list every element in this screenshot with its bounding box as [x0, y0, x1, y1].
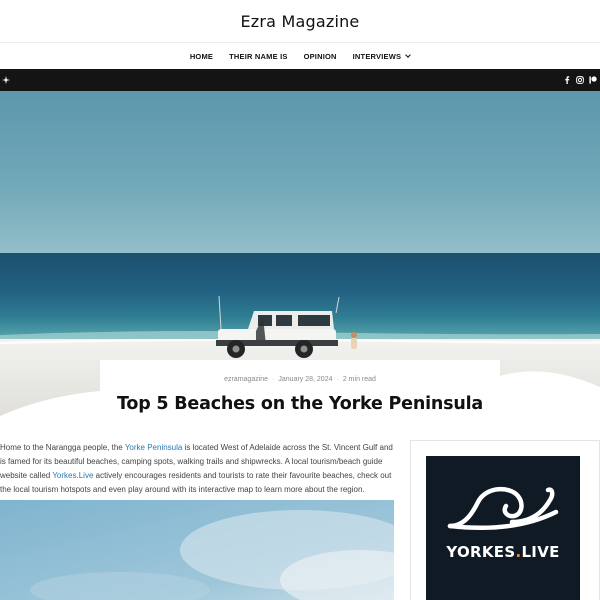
sidebar-ad[interactable] — [426, 456, 580, 600]
link-yorkes-live[interactable]: Yorkes.Live — [52, 471, 93, 480]
nav-item-label: HOME — [189, 51, 214, 61]
post-date: January 28, 2024 — [278, 376, 333, 383]
site-header: Ezra Magazine — [0, 0, 600, 42]
nav-item-label: THEIR NAME IS — [229, 51, 288, 61]
nav-item-label: INTERVIEWS — [352, 51, 402, 61]
ad-brand-suffix: LIVE — [521, 543, 560, 561]
chevron-down-icon — [405, 52, 412, 58]
ad-brand-text[interactable]: YORKES.LIVE — [426, 543, 580, 561]
person-graphic — [351, 332, 357, 349]
post-read-time: 2 min read — [342, 376, 376, 383]
post-meta: ezramagazine · January 28, 2024 · 2 min … — [100, 376, 500, 383]
sparkle-icon[interactable] — [0, 69, 12, 91]
nav-item-label: OPINION — [303, 51, 337, 61]
nav-item-their-name-is[interactable]: THEIR NAME IS — [229, 52, 287, 61]
post-title: Top 5 Beaches on the Yorke Peninsula — [116, 394, 484, 414]
paragraph-text: Home to the Narangga people, the — [0, 443, 125, 452]
main-nav: HOME THEIR NAME IS OPINION INTERVIEWS — [0, 42, 600, 69]
nav-item-home[interactable]: HOME — [190, 52, 213, 61]
top-bar — [0, 69, 600, 91]
wave-icon — [447, 487, 559, 531]
article-image — [0, 500, 394, 600]
instagram-icon[interactable] — [574, 69, 586, 91]
site-title[interactable]: Ezra Magazine — [241, 12, 360, 31]
meta-separator: · — [336, 376, 339, 383]
nav-item-interviews[interactable]: INTERVIEWS — [352, 51, 412, 61]
ad-brand: YORKES — [446, 543, 516, 561]
article-paragraph: Home to the Narangga people, the Yorke P… — [0, 441, 396, 497]
facebook-icon[interactable] — [561, 69, 573, 91]
meta-separator: · — [272, 376, 275, 383]
post-author[interactable]: ezramagazine — [224, 376, 268, 383]
link-yorke-peninsula[interactable]: Yorke Peninsula — [125, 443, 183, 452]
patreon-icon[interactable] — [587, 69, 599, 91]
nav-item-opinion[interactable]: OPINION — [304, 52, 337, 61]
